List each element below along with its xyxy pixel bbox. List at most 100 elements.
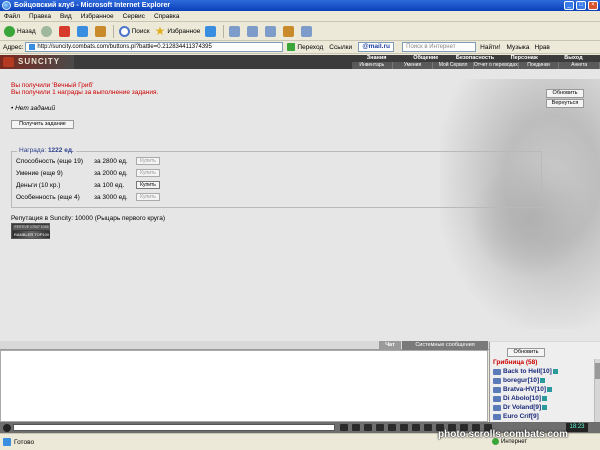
search-icon — [118, 25, 130, 37]
player-item[interactable]: boregur [10] — [493, 377, 546, 384]
status-text: Готово — [14, 438, 35, 446]
system-message: Вы получили 'Вечный Гриб' — [11, 82, 94, 89]
private-message-icon[interactable] — [493, 368, 501, 375]
private-message-icon[interactable] — [493, 404, 501, 411]
menu-favorites[interactable]: Избранное — [81, 13, 114, 20]
browser-toolbar: Назад Поиск ★ Избранное — [0, 22, 600, 41]
nav-profile[interactable]: Анкета — [559, 62, 600, 69]
tab-chat[interactable]: Чат — [379, 341, 401, 350]
nav-duels[interactable]: Поединки — [519, 62, 560, 69]
private-message-icon[interactable] — [493, 395, 501, 402]
player-item[interactable]: Back to Hell [10] — [493, 368, 558, 375]
nav-inventory[interactable]: Инвентарь — [352, 62, 393, 69]
address-bar: Адрес: http://suncity.combats.com/button… — [0, 41, 600, 54]
messenger-button[interactable] — [301, 25, 314, 37]
menu-file[interactable]: Файл — [4, 13, 20, 20]
reward-name: Способность (еще 19) — [16, 158, 83, 165]
discuss-button[interactable] — [283, 25, 296, 37]
nav-skills[interactable]: Умения — [393, 62, 434, 69]
nav-character[interactable]: Персонаж — [500, 55, 549, 62]
go-button[interactable]: Переход — [287, 43, 323, 51]
search-label: Поиск — [131, 27, 150, 35]
filter-icon[interactable] — [364, 424, 372, 431]
folder-icon — [283, 25, 295, 37]
nav-transfers-report[interactable]: Отчет о переводах — [474, 62, 519, 69]
settings-icon[interactable] — [412, 424, 420, 431]
find-button[interactable]: Найти! — [480, 44, 500, 51]
private-message-icon[interactable] — [493, 377, 501, 384]
chat-window[interactable] — [0, 350, 488, 422]
nav-exit[interactable]: Выход — [549, 55, 598, 62]
stop-button[interactable] — [58, 25, 72, 37]
player-item[interactable]: Di Abolo [10] — [493, 395, 548, 402]
player-name: Di Abolo — [503, 395, 530, 402]
info-icon[interactable] — [540, 378, 546, 383]
mailru-logo[interactable]: @mail.ru — [358, 42, 395, 52]
player-item[interactable]: Dr Voland [9] — [493, 404, 548, 411]
menu-bar: Файл Правка Вид Избранное Сервис Справка — [0, 11, 600, 22]
mail-icon — [229, 25, 241, 37]
smiley-icon[interactable] — [3, 423, 11, 432]
get-quest-button[interactable]: Получить задание — [11, 120, 74, 129]
reward-name: Умение (еще 9) — [16, 170, 63, 177]
nav-security[interactable]: Безопасность — [450, 55, 499, 62]
online-refresh-button[interactable]: Обновить — [507, 348, 545, 357]
refresh-button[interactable]: Обновить — [546, 89, 584, 98]
buy-button[interactable]: Купить — [136, 181, 160, 189]
search-button[interactable]: Поиск — [118, 25, 150, 37]
info-icon[interactable] — [542, 396, 548, 401]
translit-icon[interactable] — [388, 424, 396, 431]
maximize-button[interactable]: □ — [576, 1, 586, 10]
history-button[interactable] — [205, 25, 218, 37]
nav-my-scroll[interactable]: Мой Сервлл — [433, 62, 474, 69]
star-icon: ★ — [154, 23, 166, 38]
player-level: [10] — [534, 386, 546, 393]
info-icon[interactable] — [542, 405, 548, 410]
links-button[interactable]: Ссылки — [329, 44, 352, 51]
back-button[interactable]: Назад — [4, 25, 36, 37]
menu-view[interactable]: Вид — [60, 13, 72, 20]
home-button[interactable] — [94, 25, 108, 37]
player-item[interactable]: Euro Crif [9] — [493, 413, 539, 420]
clear-icon[interactable] — [352, 424, 360, 431]
nav-knowledge[interactable]: Знания — [352, 55, 401, 62]
buy-button[interactable]: Купить — [136, 193, 160, 201]
minimize-button[interactable]: _ — [564, 1, 574, 10]
counter-badge[interactable]: FESTIVE 17547 1046 RAMBLER TOP100 — [11, 223, 50, 239]
favorites-button[interactable]: ★ Избранное — [154, 23, 201, 38]
edit-button[interactable] — [265, 25, 278, 37]
music-button[interactable]: Музыка — [507, 44, 530, 51]
address-input[interactable]: http://suncity.combats.com/buttons.pl?ba… — [25, 42, 284, 52]
mail-button[interactable] — [229, 25, 242, 37]
buy-button[interactable]: Купить — [136, 157, 160, 165]
favorites-label: Избранное — [167, 27, 201, 35]
player-item[interactable]: Bratva-HV [10] — [493, 386, 552, 393]
player-name: Euro Crif — [503, 413, 531, 420]
print-button[interactable] — [247, 25, 260, 37]
send-icon[interactable] — [340, 424, 348, 431]
reward-name: Деньги (10 кр.) — [16, 182, 61, 189]
tab-system-messages[interactable]: Системные сообщения — [402, 341, 488, 350]
return-button[interactable]: Вернуться — [546, 99, 584, 108]
nav-communication[interactable]: Общение — [401, 55, 450, 62]
smiles-icon[interactable] — [376, 424, 384, 431]
web-search-input[interactable]: Поиск в Интернет — [402, 42, 477, 52]
private-message-icon[interactable] — [493, 386, 501, 393]
reputation-text: Репутация в Suncity: 10000 (Рыцарь перво… — [11, 215, 166, 222]
buy-button[interactable]: Купить — [136, 169, 160, 177]
nrav-button[interactable]: Нрав — [535, 44, 550, 51]
online-scrollbar[interactable] — [594, 359, 600, 422]
close-button[interactable]: × — [588, 1, 598, 10]
sound-icon[interactable] — [400, 424, 408, 431]
info-icon[interactable] — [552, 369, 558, 374]
chat-input[interactable] — [13, 424, 335, 431]
menu-edit[interactable]: Правка — [29, 13, 51, 20]
menu-tools[interactable]: Сервис — [123, 13, 145, 20]
friends-icon[interactable] — [424, 424, 432, 431]
refresh-page-button[interactable] — [76, 25, 90, 37]
scrollbar-thumb[interactable] — [595, 363, 600, 379]
private-message-icon[interactable] — [493, 413, 501, 420]
menu-help[interactable]: Справка — [154, 13, 180, 20]
info-icon[interactable] — [547, 387, 552, 392]
forward-button[interactable] — [40, 25, 54, 37]
